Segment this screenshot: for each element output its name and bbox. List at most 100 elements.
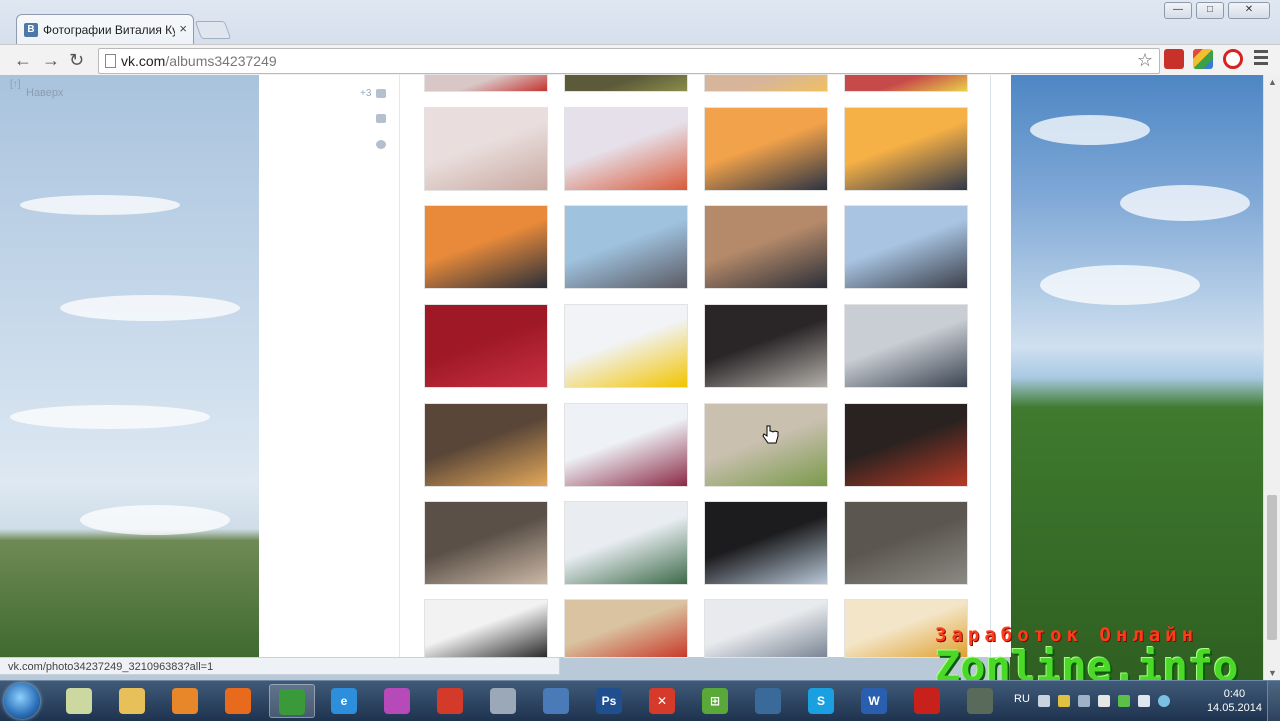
system-tray: RU 0:40 14.05.2014 (1010, 681, 1280, 721)
taskbar-app-button[interactable] (958, 684, 1004, 718)
taskbar-app-button[interactable] (905, 684, 951, 718)
media-player-icon (172, 688, 198, 714)
taskbar-app-button[interactable]: W (852, 684, 898, 718)
photo-thumbnail[interactable] (425, 600, 547, 657)
taskbar-app-button[interactable] (746, 684, 792, 718)
firefox-icon (225, 688, 251, 714)
taskbar-app-button[interactable] (269, 684, 315, 718)
minimize-button[interactable]: — (1164, 2, 1192, 19)
forward-arrow-icon[interactable]: → (42, 50, 60, 71)
tray-arrow-icon[interactable] (1038, 695, 1050, 707)
battery-icon[interactable] (1118, 695, 1130, 707)
side-count[interactable]: +3 (360, 88, 371, 99)
photo-thumbnail[interactable] (705, 502, 827, 584)
photo-thumbnail[interactable] (565, 305, 687, 387)
taskbar-app-button[interactable]: Ps (587, 684, 633, 718)
volume-icon[interactable] (1078, 695, 1090, 707)
tray-app-icon[interactable] (1058, 695, 1070, 707)
photo-thumbnail[interactable] (845, 75, 967, 91)
taskbar-app-button[interactable] (216, 684, 262, 718)
clock[interactable]: 0:40 14.05.2014 (1207, 687, 1262, 715)
scroll-up-icon[interactable]: ▲ (1268, 77, 1277, 87)
photo-thumbnail[interactable] (565, 600, 687, 657)
up-corner-icon[interactable]: [↑] (10, 79, 21, 90)
folder-icon (119, 688, 145, 714)
menu-icon[interactable] (1254, 50, 1268, 68)
photo-thumbnail[interactable] (705, 108, 827, 190)
photo-thumbnail[interactable] (565, 206, 687, 288)
page-background-right (1010, 75, 1263, 680)
language-indicator[interactable]: RU (1014, 693, 1030, 705)
taskbar-app-button[interactable] (534, 684, 580, 718)
skype-icon: S (808, 688, 834, 714)
extension-color-icon[interactable] (1193, 49, 1213, 69)
taskbar-app-button[interactable] (57, 684, 103, 718)
scrollbar-thumb[interactable] (1267, 495, 1277, 640)
photo-thumbnail[interactable] (705, 206, 827, 288)
photo-thumbnail[interactable] (565, 502, 687, 584)
picasa-icon (384, 688, 410, 714)
bookmark-star-icon[interactable]: ☆ (1137, 50, 1153, 71)
tab-close-icon[interactable]: × (179, 21, 187, 36)
address-bar[interactable]: vk.com/albums34237249 ☆ (98, 48, 1160, 74)
tray-settings-icon[interactable] (1098, 695, 1110, 707)
taskbar-app-button[interactable] (163, 684, 209, 718)
taskbar-app-button[interactable] (481, 684, 527, 718)
vertical-scrollbar[interactable]: ▲ ▼ (1263, 75, 1280, 680)
scroll-down-icon[interactable]: ▼ (1268, 668, 1277, 678)
photo-thumbnail[interactable] (845, 305, 967, 387)
clock-date: 14.05.2014 (1206, 702, 1262, 714)
photo-thumbnail[interactable] (705, 600, 827, 657)
taskbar-app-button[interactable] (428, 684, 474, 718)
photo-thumbnail[interactable] (845, 206, 967, 288)
photo-thumbnail[interactable] (425, 75, 547, 91)
browser-tab[interactable]: B Фотографии Виталия Ку × (16, 14, 194, 45)
calc-icon: ⊞ (702, 688, 728, 714)
network-signal-icon[interactable] (1138, 695, 1150, 707)
settings-icon[interactable] (376, 140, 386, 149)
photo-thumbnail[interactable] (425, 206, 547, 288)
start-button[interactable] (4, 683, 40, 719)
photo-thumbnail[interactable] (425, 305, 547, 387)
taskbar-app-button[interactable] (375, 684, 421, 718)
mail-icon[interactable] (376, 89, 386, 98)
taskbar-app-button[interactable]: e (322, 684, 368, 718)
url-text: vk.com/albums34237249 (121, 53, 277, 69)
taskbar-app-button[interactable]: ⊞ (693, 684, 739, 718)
notes-icon (66, 688, 92, 714)
photo-thumbnail[interactable] (845, 502, 967, 584)
photoshop-icon: Ps (596, 688, 622, 714)
extension-icon[interactable] (1164, 49, 1184, 69)
photo-thumbnail[interactable] (425, 404, 547, 486)
globe-icon[interactable] (1158, 695, 1170, 707)
maximize-button[interactable]: □ (1196, 2, 1224, 19)
comment-icon[interactable] (376, 114, 386, 123)
taskbar-app-button[interactable]: ✕ (640, 684, 686, 718)
ie-icon: e (331, 688, 357, 714)
photo-thumbnail[interactable] (565, 108, 687, 190)
photo-thumbnail[interactable] (845, 108, 967, 190)
scroll-to-top-link[interactable]: Наверх (26, 87, 63, 99)
taskbar-app-button[interactable] (110, 684, 156, 718)
photo-thumbnail[interactable] (845, 404, 967, 486)
show-desktop-button[interactable] (1267, 681, 1280, 721)
app-icon (437, 688, 463, 714)
taskbar-app-button[interactable]: S (799, 684, 845, 718)
back-arrow-icon[interactable]: ← (14, 50, 32, 71)
photo-thumbnail[interactable] (705, 75, 827, 91)
photo-thumbnail[interactable] (425, 502, 547, 584)
status-bar: vk.com/photo34237249_321096383?all=1 (0, 657, 560, 675)
reload-icon[interactable]: ↻ (69, 50, 84, 71)
opera-icon[interactable] (1223, 49, 1243, 69)
window-controls: — □ ✕ (1164, 2, 1270, 19)
page-icon (105, 54, 116, 68)
photo-thumbnail[interactable] (705, 305, 827, 387)
close-window-button[interactable]: ✕ (1228, 2, 1270, 19)
photo-thumbnail[interactable] (565, 75, 687, 91)
new-tab-button[interactable] (194, 21, 232, 39)
browser-toolbar: ← → ↻ vk.com/albums34237249 ☆ (0, 44, 1280, 76)
url-path: /albums34237249 (165, 53, 277, 69)
photo-thumbnail[interactable] (425, 108, 547, 190)
word-icon: W (861, 688, 887, 714)
photo-thumbnail[interactable] (565, 404, 687, 486)
